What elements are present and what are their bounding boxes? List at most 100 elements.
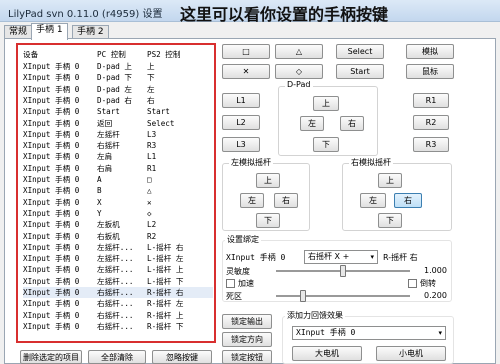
table-row[interactable]: XInput 手柄 0 右摇杆 R3 [23,140,213,151]
table-row[interactable]: XInput 手柄 0 左摇杆... L-摇杆 右 [23,242,213,253]
table-row[interactable]: XInput 手柄 0 A □ [23,174,213,185]
l2-button[interactable]: L2 [222,115,260,130]
row-ps2: □ [147,175,152,184]
table-row[interactable]: XInput 手柄 0 D-pad 上 上 [23,61,213,72]
row-device: XInput 手柄 0 [23,129,80,139]
binding-device: XInput 手柄 0 [226,253,286,262]
tab-pad-1[interactable]: 手柄 1 [31,23,68,40]
chevron-down-icon: ▾ [438,329,442,337]
binding-list[interactable]: 设备 PC 控制 PS2 控制 XInput 手柄 0 D-pad 上上 XInpu… [16,43,216,343]
row-pc: 右肩 [97,163,113,173]
force-feedback-device-select[interactable]: XInput 手柄 0 ▾ [292,326,446,340]
right-stick-left-button[interactable]: 左 [360,193,386,208]
binding-settings-label: 设置绑定 [225,234,261,245]
deadzone-slider-thumb[interactable] [299,290,306,302]
table-row[interactable]: XInput 手柄 0 D-pad 左 左 [23,84,213,95]
row-device: XInput 手柄 0 [23,186,80,196]
deadzone-value: 0.200 [424,291,447,300]
row-device: XInput 手柄 0 [23,265,80,275]
circle-button[interactable]: ◇ [275,64,323,79]
table-row[interactable]: XInput 手柄 0 右摇杆... R-摇杆 右 [23,287,213,298]
table-row[interactable]: XInput 手柄 0 右肩 R1 [23,163,213,174]
row-device: XInput 手柄 0 [23,299,80,309]
table-row[interactable]: XInput 手柄 0 左肩 L1 [23,151,213,162]
row-ps2: Select [147,118,175,128]
table-row[interactable]: XInput 手柄 0 Y ◇ [23,208,213,219]
table-row[interactable]: XInput 手柄 0 右摇杆... R-摇杆 左 [23,298,213,309]
right-stick-down-button[interactable]: 下 [378,213,402,228]
control-select[interactable]: 右摇杆 X + ▾ [304,250,378,264]
tab-pad-2[interactable]: 手柄 2 [72,25,109,39]
row-ps2: 下 [147,73,155,83]
table-row[interactable]: XInput 手柄 0 左摇杆... L-摇杆 上 [23,264,213,275]
right-stick-label: 右模拟摇杆 [349,157,393,168]
table-row[interactable]: XInput 手柄 0 D-pad 下 下 [23,72,213,83]
r1-button[interactable]: R1 [413,93,449,108]
table-row[interactable]: XInput 手柄 0 右摇杆... R-摇杆 上 [23,310,213,321]
triangle-button[interactable]: △ [275,44,323,59]
left-stick-right-button[interactable]: 右 [274,193,298,208]
deadzone-slider[interactable] [276,295,410,297]
lock-input-button[interactable]: 锁定输出 [222,314,272,329]
table-row[interactable]: XInput 手柄 0 返回 Select [23,118,213,129]
table-row[interactable]: XInput 手柄 0 D-pad 右 右 [23,95,213,106]
clear-all-button[interactable]: 全部清除 [88,350,146,364]
table-row[interactable]: XInput 手柄 0 左摇杆 L3 [23,129,213,140]
row-pc: D-pad 下 [97,73,133,83]
l1-button[interactable]: L1 [222,93,260,108]
big-motor-button[interactable]: 大电机 [292,346,362,361]
table-row[interactable]: XInput 手柄 0 右摇杆... R-摇杆 下 [23,321,213,332]
left-stick-down-button[interactable]: 下 [256,213,280,228]
right-stick-up-button[interactable]: 上 [378,173,402,188]
r3-button[interactable]: R3 [413,137,449,152]
table-row[interactable]: XInput 手柄 0 左扳机 L2 [23,219,213,230]
small-motor-button[interactable]: 小电机 [376,346,446,361]
l3-button[interactable]: L3 [222,137,260,152]
row-ps2: L-摇杆 右 [147,242,184,252]
row-pc: 右摇杆... [97,288,134,297]
row-device: XInput 手柄 0 [23,62,80,71]
header-ps2-control[interactable]: PS2 控制 [147,49,180,60]
dpad-right-button[interactable]: 右 [340,116,364,131]
left-stick-left-button[interactable]: 左 [240,193,264,208]
dpad-down-button[interactable]: 下 [313,137,339,152]
start-button[interactable]: Start [336,64,384,79]
row-ps2: Start [147,107,170,117]
right-stick-right-button[interactable]: 右 [394,193,422,208]
r2-button[interactable]: R2 [413,115,449,130]
dpad-left-button[interactable]: 左 [300,116,324,131]
accelerate-checkbox[interactable] [226,279,235,288]
header-device[interactable]: 设备 [23,49,38,60]
tab-general[interactable]: 常规 [4,25,33,39]
sensitivity-slider-thumb[interactable] [340,265,346,277]
left-stick-up-button[interactable]: 上 [256,173,280,188]
select-button[interactable]: Select [336,44,384,59]
row-ps2: R-摇杆 下 [147,321,184,331]
delete-selected-button[interactable]: 删除选定的项目 [20,350,82,364]
table-row[interactable]: XInput 手柄 0 B △ [23,185,213,196]
lock-buttons-button[interactable]: 锁定按钮 [222,350,272,364]
ignore-key-button[interactable]: 忽略按键 [152,350,212,364]
row-ps2: R-摇杆 左 [147,299,184,309]
table-row[interactable]: XInput 手柄 0 左摇杆... L-摇杆 下 [23,276,213,287]
row-device: XInput 手柄 0 [23,152,80,162]
table-row[interactable]: XInput 手柄 0 右扳机 R2 [23,231,213,242]
lock-direction-button[interactable]: 锁定方向 [222,332,272,347]
analog-button[interactable]: 模拟 [406,44,454,59]
row-pc: A [97,175,102,184]
row-ps2: L2 [147,220,157,230]
dpad-up-button[interactable]: 上 [313,96,339,111]
header-pc-control[interactable]: PC 控制 [97,49,126,60]
row-pc: Start [97,107,120,117]
annotation-caption: 这里可以看你设置的手柄按键 [180,5,389,24]
invert-checkbox[interactable] [408,279,417,288]
table-row[interactable]: XInput 手柄 0 左摇杆... L-摇杆 左 [23,253,213,264]
square-button[interactable]: □ [222,44,270,59]
cross-button[interactable]: ✕ [222,64,270,79]
table-row[interactable]: XInput 手柄 0 Start Start [23,106,213,117]
control-select-value: 右摇杆 X + [308,252,350,261]
row-pc: D-pad 上 [97,62,133,71]
mouse-button[interactable]: 鼠标 [406,64,454,79]
row-pc: 左摇杆... [97,276,134,286]
table-row[interactable]: XInput 手柄 0 X ✕ [23,197,213,208]
